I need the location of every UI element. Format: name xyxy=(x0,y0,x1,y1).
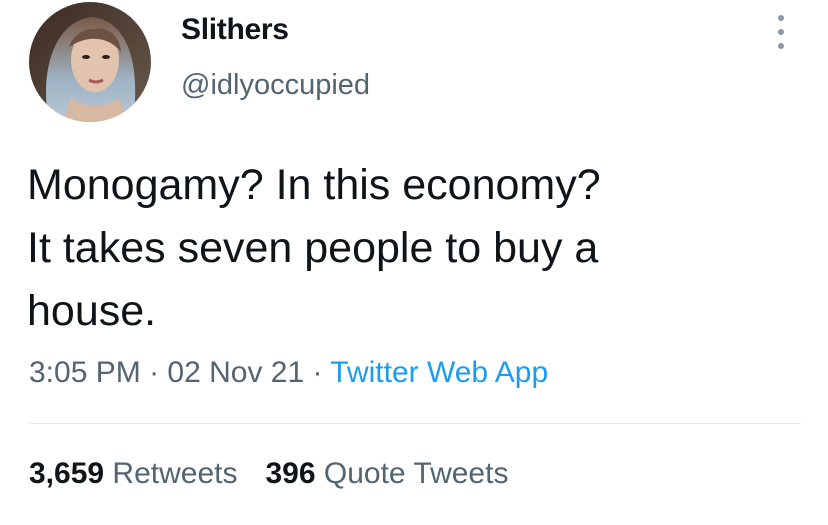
display-name[interactable]: Slithers xyxy=(181,13,289,47)
tweet-text: Monogamy? In this economy? It takes seve… xyxy=(27,154,787,343)
meta-separator: · xyxy=(304,356,331,389)
retweets-label: Retweets xyxy=(112,457,238,490)
divider xyxy=(29,423,801,424)
retweets-stat[interactable]: 3,659 Retweets xyxy=(29,457,237,490)
tweet-card: Slithers @idlyoccupied Monogamy? In this… xyxy=(0,0,828,525)
meta-separator: · xyxy=(140,356,168,389)
tweet-source-link[interactable]: Twitter Web App xyxy=(330,356,548,389)
tweet-text-line: Monogamy? In this economy? xyxy=(27,161,601,209)
user-handle[interactable]: @idlyoccupied xyxy=(181,69,370,102)
tweet-text-line: house. xyxy=(27,287,157,335)
tweet-time[interactable]: 3:05 PM xyxy=(29,356,141,389)
quote-tweets-count: 396 xyxy=(265,457,316,490)
dot xyxy=(778,43,784,49)
more-options-icon[interactable] xyxy=(768,15,794,49)
quote-tweets-label: Quote Tweets xyxy=(323,457,509,490)
tweet-date[interactable]: 02 Nov 21 xyxy=(167,356,304,389)
avatar[interactable] xyxy=(29,2,151,122)
retweets-count: 3,659 xyxy=(29,457,105,490)
quote-tweets-stat[interactable]: 396 Quote Tweets xyxy=(265,457,508,490)
tweet-meta: 3:05 PM · 02 Nov 21 · Twitter Web App xyxy=(29,356,548,390)
tweet-text-line: It takes seven people to buy a xyxy=(27,224,599,272)
tweet-stats: 3,659 Retweets 396 Quote Tweets xyxy=(29,457,508,491)
dot xyxy=(778,29,784,35)
profile-photo-icon xyxy=(29,2,151,122)
dot xyxy=(778,15,784,21)
